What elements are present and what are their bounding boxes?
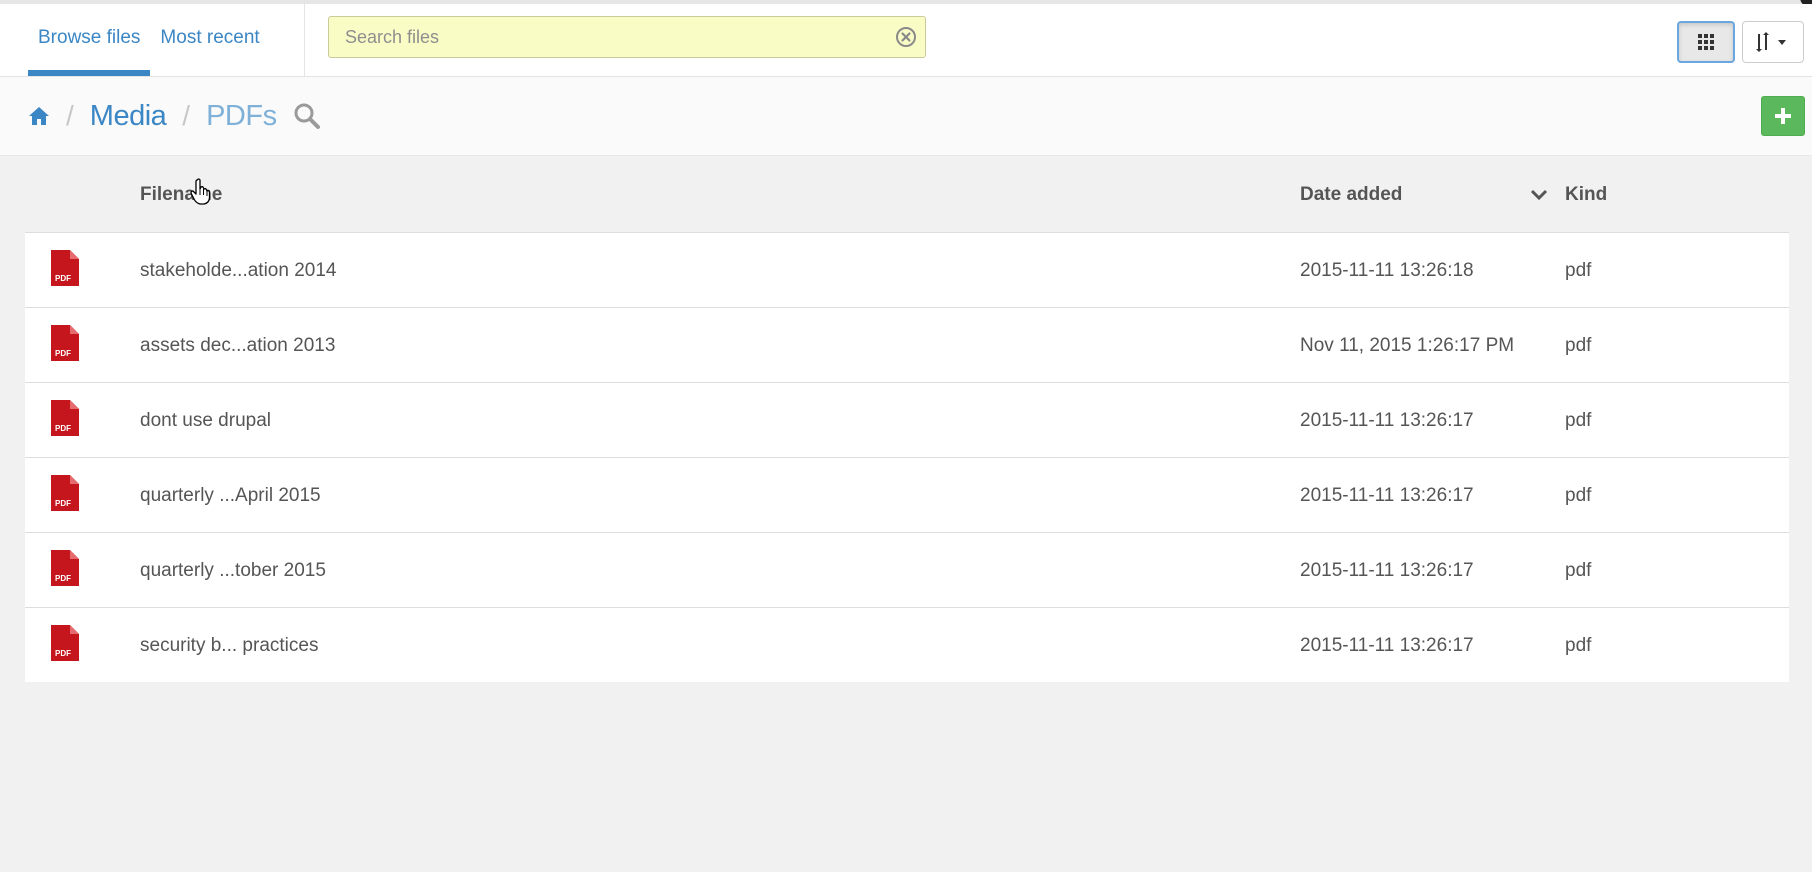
file-name: dont use drupal xyxy=(140,410,271,431)
file-date: 2015-11-11 13:26:17 xyxy=(1300,485,1474,506)
breadcrumb-separator: / xyxy=(66,100,74,131)
file-table-body: PDF stakeholde...ation 2014 2015-11-11 1… xyxy=(25,232,1789,682)
file-date: 2015-11-11 13:26:18 xyxy=(1300,260,1474,281)
plus-icon xyxy=(1775,108,1791,124)
tab-most-recent[interactable]: Most recent xyxy=(150,4,269,76)
svg-text:PDF: PDF xyxy=(55,274,71,283)
top-bar: Browse files Most recent xyxy=(0,4,1812,77)
grid-view-button[interactable] xyxy=(1677,21,1735,63)
add-file-button[interactable] xyxy=(1761,96,1805,136)
file-date: Nov 11, 2015 1:26:17 PM xyxy=(1300,335,1515,356)
table-row[interactable]: PDF security b... practices 2015-11-11 1… xyxy=(25,607,1789,682)
pdf-file-icon: PDF xyxy=(51,625,79,661)
table-row[interactable]: PDF dont use drupal 2015-11-11 13:26:17 … xyxy=(25,382,1789,457)
svg-text:PDF: PDF xyxy=(55,499,71,508)
file-kind: pdf xyxy=(1565,335,1592,356)
breadcrumb-separator: / xyxy=(182,100,191,131)
file-kind: pdf xyxy=(1565,410,1592,431)
breadcrumb-item-pdfs[interactable]: PDFs xyxy=(206,100,277,133)
table-row[interactable]: PDF stakeholde...ation 2014 2015-11-11 1… xyxy=(25,232,1789,307)
table-row[interactable]: PDF quarterly ...April 2015 2015-11-11 1… xyxy=(25,457,1789,532)
file-date: 2015-11-11 13:26:17 xyxy=(1300,635,1474,656)
svg-text:PDF: PDF xyxy=(55,649,71,658)
breadcrumb-bar: / Media / PDFs xyxy=(0,77,1812,156)
sort-dropdown-button[interactable] xyxy=(1742,21,1804,63)
breadcrumb: / Media / PDFs xyxy=(28,99,321,133)
file-name: quarterly ...tober 2015 xyxy=(140,560,326,581)
grid-icon xyxy=(1698,34,1714,50)
file-kind: pdf xyxy=(1565,485,1592,506)
hand-cursor-icon xyxy=(190,178,211,205)
file-date: 2015-11-11 13:26:17 xyxy=(1300,560,1474,581)
file-name: stakeholde...ation 2014 xyxy=(140,260,337,281)
table-row[interactable]: PDF assets dec...ation 2013 Nov 11, 2015… xyxy=(25,307,1789,382)
breadcrumb-item-media[interactable]: Media xyxy=(90,100,167,133)
pdf-file-icon: PDF xyxy=(51,250,79,286)
column-header-date-added[interactable]: Date added xyxy=(1300,184,1402,206)
file-date: 2015-11-11 13:26:17 xyxy=(1300,410,1474,431)
file-name: security b... practices xyxy=(140,635,319,656)
table-row[interactable]: PDF quarterly ...tober 2015 2015-11-11 1… xyxy=(25,532,1789,607)
pdf-file-icon: PDF xyxy=(51,550,79,586)
pdf-file-icon: PDF xyxy=(51,475,79,511)
file-kind: pdf xyxy=(1565,560,1592,581)
file-kind: pdf xyxy=(1565,635,1592,656)
svg-text:PDF: PDF xyxy=(55,349,71,358)
chevron-down-icon[interactable] xyxy=(1530,189,1548,201)
search-input[interactable] xyxy=(329,17,925,57)
svg-text:PDF: PDF xyxy=(55,574,71,583)
home-icon[interactable] xyxy=(28,105,50,127)
search-box xyxy=(328,16,926,58)
search-icon[interactable] xyxy=(293,102,321,130)
svg-text:PDF: PDF xyxy=(55,424,71,433)
pdf-file-icon: PDF xyxy=(51,400,79,436)
tab-browse-files[interactable]: Browse files xyxy=(28,4,151,76)
tab-divider xyxy=(304,4,305,76)
file-kind: pdf xyxy=(1565,260,1592,281)
sort-icon xyxy=(1756,32,1786,52)
pdf-file-icon: PDF xyxy=(51,325,79,361)
file-name: assets dec...ation 2013 xyxy=(140,335,336,356)
column-header-kind[interactable]: Kind xyxy=(1565,184,1607,206)
clear-search-icon[interactable] xyxy=(895,26,917,48)
tab-list: Browse files Most recent xyxy=(28,4,270,76)
file-name: quarterly ...April 2015 xyxy=(140,485,321,506)
